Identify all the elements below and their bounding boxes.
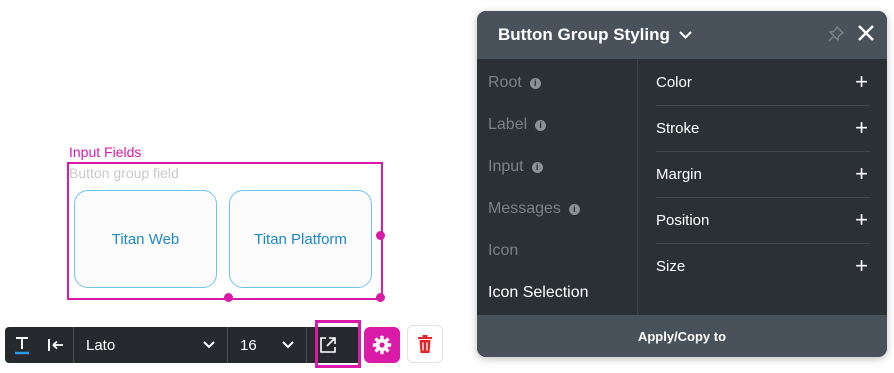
- gear-icon: [372, 335, 392, 355]
- plus-icon[interactable]: +: [855, 117, 868, 139]
- plus-icon[interactable]: +: [855, 71, 868, 93]
- chevron-down-icon[interactable]: [679, 31, 692, 39]
- font-size-value: 16: [240, 336, 257, 354]
- element-item-label: Root: [488, 74, 522, 91]
- property-label: Size: [656, 257, 686, 275]
- panel-header: Button Group Styling: [477, 11, 887, 59]
- property-row-margin[interactable]: Margin +: [656, 151, 870, 198]
- apply-copy-button[interactable]: Apply/Copy to: [477, 315, 887, 357]
- close-icon[interactable]: [857, 24, 875, 47]
- element-item-root[interactable]: Root i: [488, 70, 541, 96]
- info-icon: i: [568, 203, 580, 215]
- delete-button[interactable]: [407, 325, 443, 363]
- font-size-select[interactable]: 16: [228, 327, 306, 363]
- styling-panel: Button Group Styling Root i Label i Inpu…: [477, 11, 887, 357]
- font-family-select[interactable]: Lato: [74, 327, 227, 363]
- plus-icon[interactable]: +: [855, 209, 868, 231]
- element-item-label: Icon Selection: [488, 284, 589, 301]
- element-item-messages[interactable]: Messages i: [488, 196, 580, 222]
- element-item-label: Icon: [488, 242, 519, 259]
- font-family-value: Lato: [86, 336, 116, 354]
- element-item-label: Label: [488, 116, 528, 133]
- pin-icon[interactable]: [828, 25, 845, 47]
- property-row-stroke[interactable]: Stroke +: [656, 105, 870, 152]
- property-label: Margin: [656, 165, 702, 183]
- property-label: Position: [656, 211, 710, 229]
- component-title: Input Fields: [69, 144, 142, 160]
- property-row-size[interactable]: Size +: [656, 243, 870, 289]
- element-item-icon[interactable]: Icon: [488, 238, 518, 264]
- panel-title: Button Group Styling: [498, 25, 670, 44]
- element-item-icon-selection[interactable]: Icon Selection: [488, 280, 589, 306]
- property-label: Color: [656, 73, 692, 91]
- element-list: Root i Label i Input i Messages i Icon I…: [477, 59, 638, 315]
- text-format-icon[interactable]: [5, 327, 39, 363]
- property-label: Stroke: [656, 119, 700, 137]
- option-button-titan-platform[interactable]: Titan Platform: [229, 190, 372, 288]
- property-row-color[interactable]: Color +: [656, 59, 870, 106]
- element-item-label[interactable]: Label i: [488, 112, 547, 138]
- info-icon: i: [531, 161, 543, 173]
- chevron-down-icon: [282, 338, 294, 352]
- info-icon: i: [535, 119, 547, 131]
- align-left-icon[interactable]: [39, 327, 73, 363]
- element-item-label: Input: [488, 158, 524, 175]
- chevron-down-icon: [203, 338, 215, 352]
- resize-handle-corner[interactable]: [376, 293, 385, 302]
- property-list: Color + Stroke + Margin + Position + Siz…: [638, 59, 887, 315]
- format-toolbar: Lato 16: [5, 327, 361, 363]
- plus-icon[interactable]: +: [855, 163, 868, 185]
- info-icon: i: [529, 77, 541, 89]
- property-row-position[interactable]: Position +: [656, 197, 870, 244]
- option-button-titan-web[interactable]: Titan Web: [74, 190, 217, 288]
- trash-icon: [418, 335, 432, 353]
- element-item-label: Messages: [488, 200, 561, 217]
- resize-handle-right[interactable]: [376, 231, 385, 240]
- settings-button[interactable]: [364, 327, 400, 363]
- plus-icon[interactable]: +: [855, 255, 868, 277]
- resize-handle-bottom[interactable]: [224, 293, 233, 302]
- element-item-input[interactable]: Input i: [488, 154, 543, 180]
- external-link-icon[interactable]: [307, 327, 349, 363]
